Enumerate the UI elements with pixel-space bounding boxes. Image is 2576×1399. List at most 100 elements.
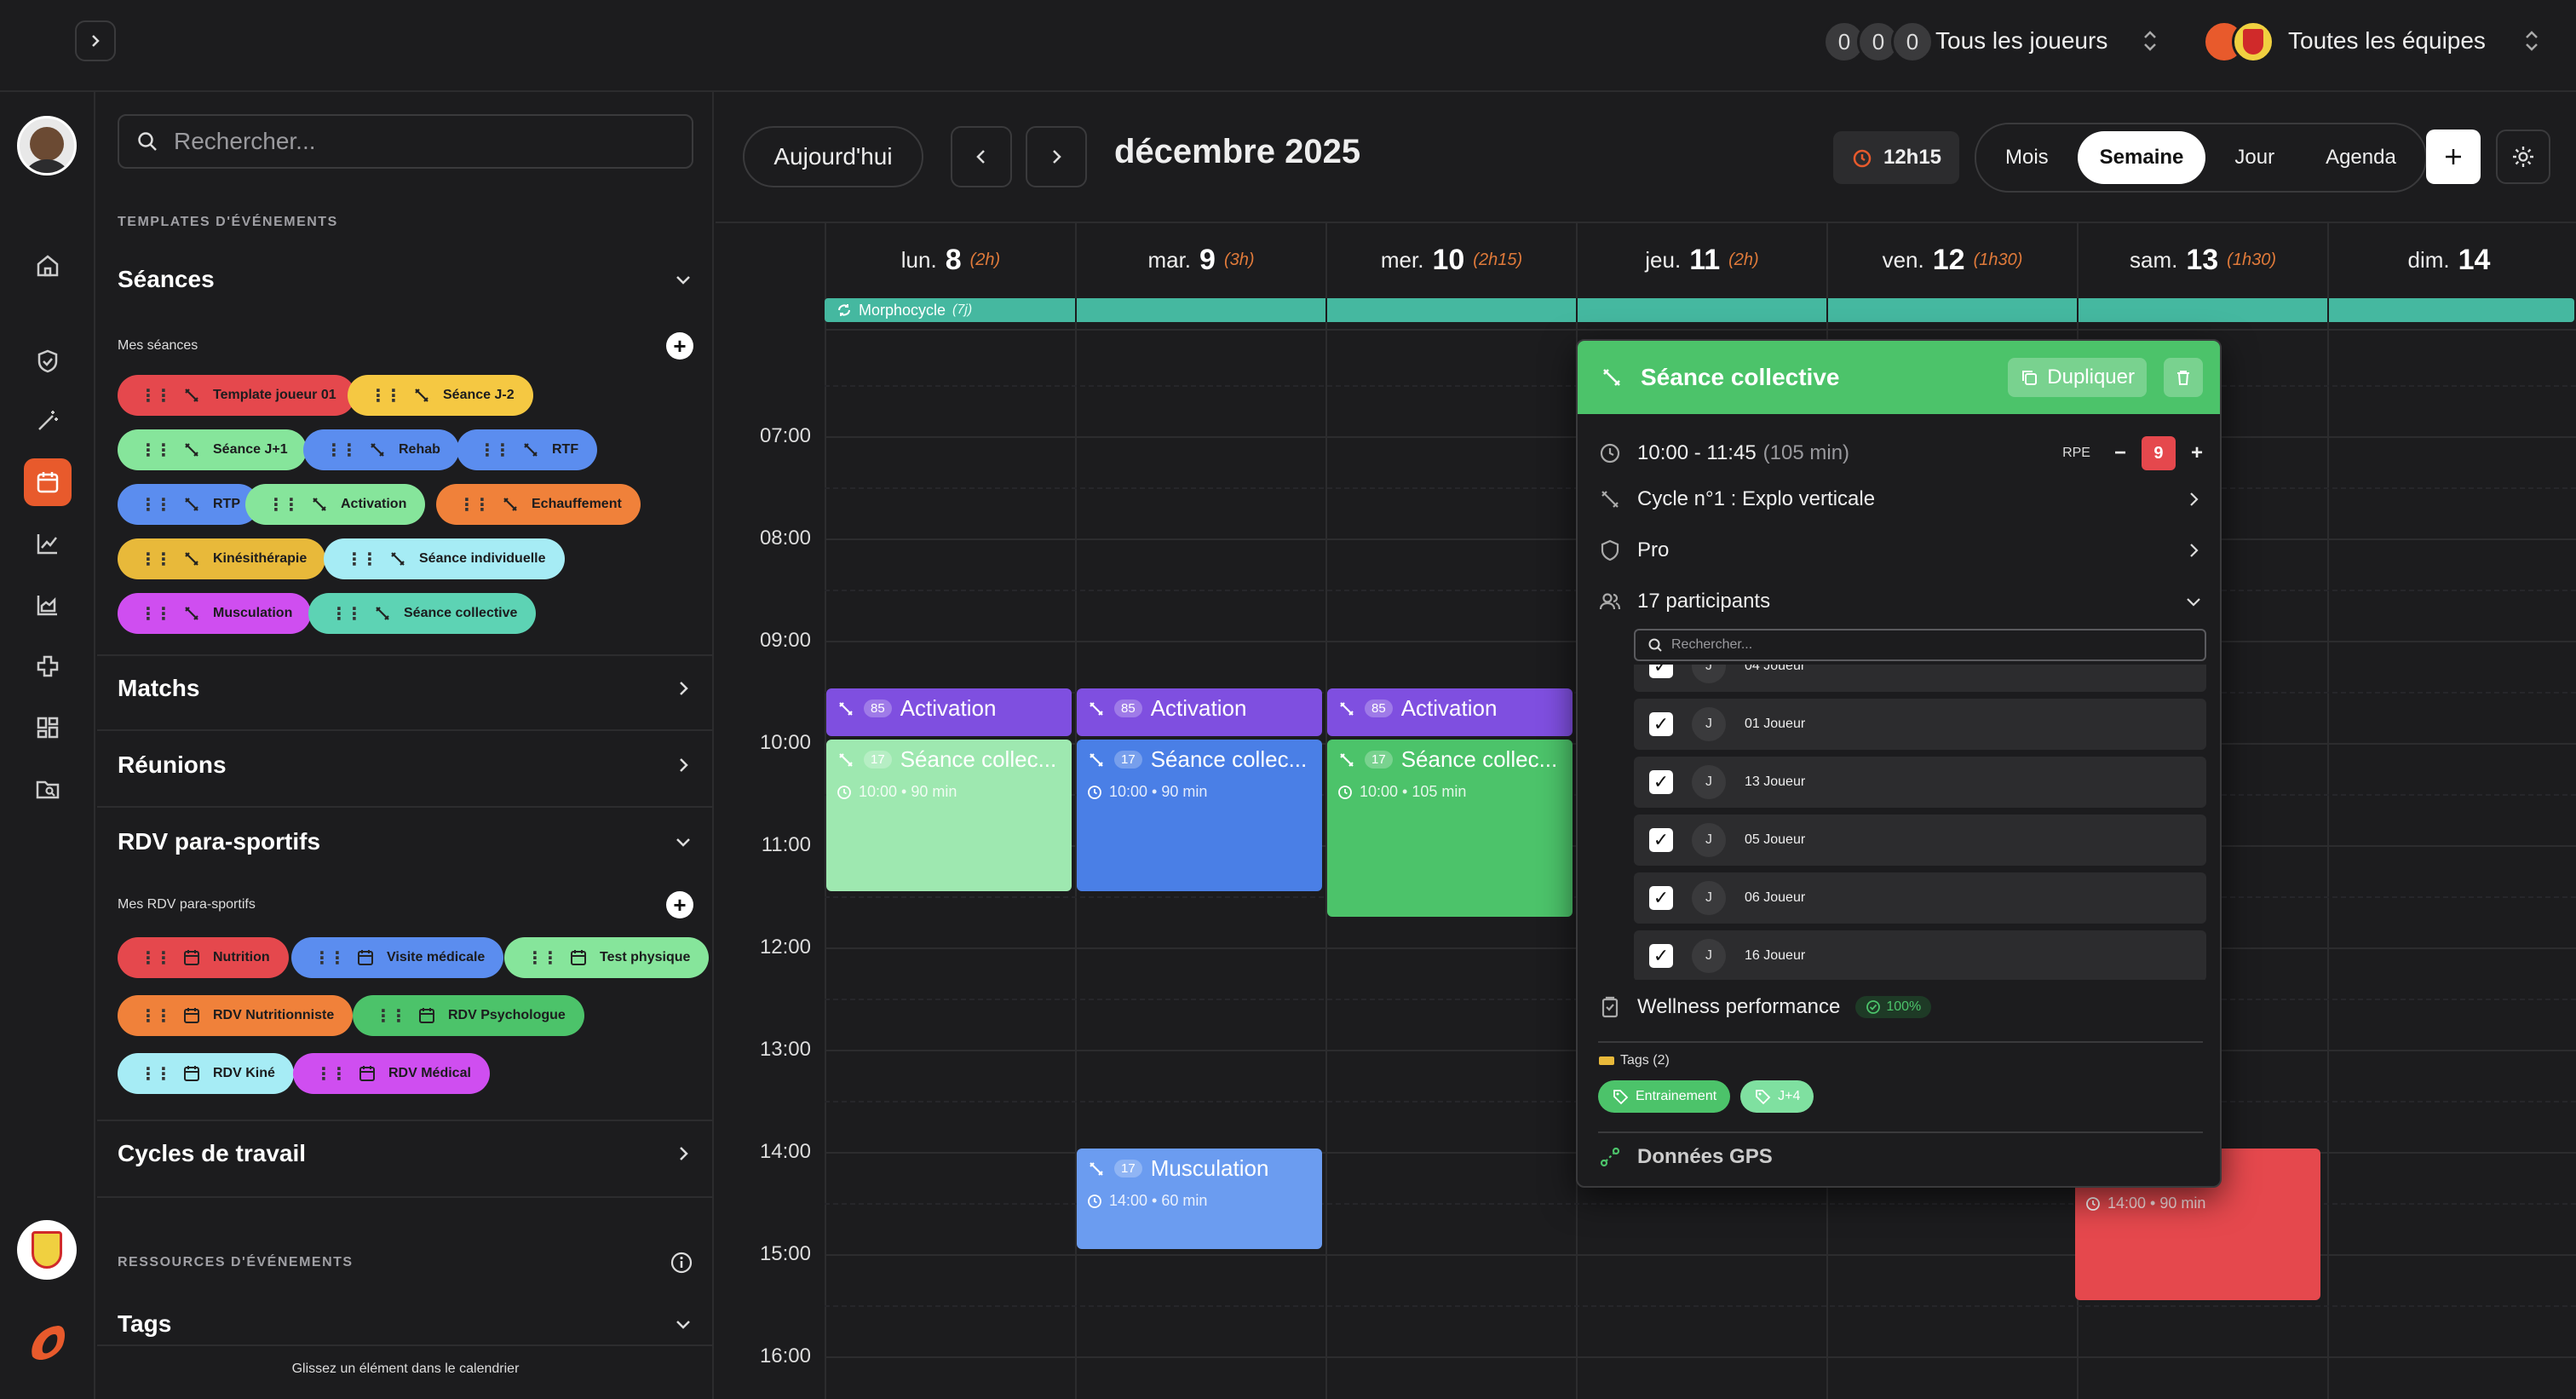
participant-row[interactable]: ✓ J 13 Joueur <box>1634 757 2206 808</box>
view-month[interactable]: Mois <box>1983 131 2071 184</box>
drag-handle-icon[interactable]: ⋮⋮ <box>140 1063 172 1085</box>
template-pill[interactable]: ⋮⋮ Template joueur 01 <box>118 375 355 416</box>
info-icon[interactable] <box>670 1251 693 1275</box>
popover-wellness-row[interactable]: Wellness performance 100% <box>1598 995 2203 1019</box>
event-seance-collective[interactable]: 17 Séance collec... 10:00 • 90 min <box>826 740 1072 891</box>
dashboard-grid-icon[interactable] <box>24 704 72 751</box>
today-button[interactable]: Aujourd'hui <box>743 126 923 187</box>
day-header[interactable]: mar. 9 (3h) <box>1075 223 1325 296</box>
participant-row[interactable]: ✓ J 05 Joueur <box>1634 815 2206 866</box>
line-chart-icon[interactable] <box>24 520 72 567</box>
event-activation[interactable]: 85 Activation <box>1327 688 1573 736</box>
drag-handle-icon[interactable]: ⋮⋮ <box>315 1063 348 1085</box>
view-agenda[interactable]: Agenda <box>2303 131 2418 184</box>
drag-handle-icon[interactable]: ⋮⋮ <box>140 549 172 570</box>
view-week[interactable]: Semaine <box>2077 131 2206 184</box>
tag-chip[interactable]: Entrainement <box>1598 1080 1731 1113</box>
day-header[interactable]: sam. 13 (1h30) <box>2077 223 2327 296</box>
participant-checkbox[interactable]: ✓ <box>1649 770 1673 794</box>
user-avatar[interactable] <box>17 116 77 176</box>
day-header[interactable]: jeu. 11 (2h) <box>1576 223 1826 296</box>
template-pill[interactable]: ⋮⋮ Kinésithérapie <box>118 538 326 579</box>
template-pill[interactable]: ⋮⋮ Echauffement <box>436 484 641 525</box>
event-musculation[interactable]: 17 Musculation 14:00 • 60 min <box>1077 1149 1322 1249</box>
template-pill[interactable]: ⋮⋮ RDV Médical <box>293 1053 490 1094</box>
duplicate-button[interactable]: Dupliquer <box>2008 358 2147 397</box>
event-seance-collective[interactable]: 17 Séance collec... 10:00 • 90 min <box>1077 740 1322 891</box>
template-pill[interactable]: ⋮⋮ Séance J+1 <box>118 429 307 470</box>
popover-cycle-row[interactable]: Cycle n°1 : Explo verticale <box>1598 487 2203 511</box>
next-week-button[interactable] <box>1026 126 1087 187</box>
drag-handle-icon[interactable]: ⋮⋮ <box>140 385 172 406</box>
seances-section-header[interactable]: Séances <box>118 266 693 293</box>
shield-check-icon[interactable] <box>24 337 72 385</box>
drag-handle-icon[interactable]: ⋮⋮ <box>346 549 378 570</box>
day-header[interactable]: mer. 10 (2h15) <box>1325 223 1576 296</box>
folder-search-icon[interactable] <box>24 765 72 813</box>
popover-participants-row[interactable]: 17 participants <box>1598 590 2203 613</box>
drag-handle-icon[interactable]: ⋮⋮ <box>370 385 402 406</box>
drag-handle-icon[interactable]: ⋮⋮ <box>325 440 358 461</box>
participant-checkbox[interactable]: ✓ <box>1649 712 1673 736</box>
participant-row[interactable]: ✓ J 04 Joueur <box>1634 665 2206 692</box>
template-pill[interactable]: ⋮⋮ Musculation <box>118 593 312 634</box>
allday-morphocycle-event[interactable]: Morphocycle (7j) <box>825 298 2574 322</box>
template-pill[interactable]: ⋮⋮ Séance collective <box>308 593 537 634</box>
popover-team-row[interactable]: Pro <box>1598 538 2203 562</box>
template-pill[interactable]: ⋮⋮ RTF <box>457 429 598 470</box>
drag-handle-icon[interactable]: ⋮⋮ <box>140 440 172 461</box>
participant-row[interactable]: ✓ J 16 Joueur <box>1634 930 2206 980</box>
template-pill[interactable]: ⋮⋮ RDV Psychologue <box>353 995 584 1036</box>
drag-handle-icon[interactable]: ⋮⋮ <box>313 947 346 969</box>
event-activation[interactable]: 85 Activation <box>826 688 1072 736</box>
tag-chip[interactable]: J+4 <box>1740 1080 1814 1113</box>
participant-row[interactable]: ✓ J 06 Joueur <box>1634 872 2206 924</box>
participants-search-input[interactable]: Rechercher... <box>1634 629 2206 661</box>
drag-handle-icon[interactable]: ⋮⋮ <box>140 1005 172 1027</box>
drag-handle-icon[interactable]: ⋮⋮ <box>479 440 511 461</box>
rpe-value[interactable]: 9 <box>2141 436 2176 470</box>
expand-sidebar-button[interactable] <box>75 20 116 61</box>
template-pill[interactable]: ⋮⋮ Rehab <box>303 429 459 470</box>
participant-checkbox[interactable]: ✓ <box>1649 828 1673 852</box>
drag-handle-icon[interactable]: ⋮⋮ <box>140 947 172 969</box>
add-rdv-button[interactable]: + <box>666 891 693 918</box>
drag-handle-icon[interactable]: ⋮⋮ <box>331 603 363 625</box>
drag-handle-icon[interactable]: ⋮⋮ <box>267 494 300 515</box>
add-seance-button[interactable]: + <box>666 332 693 360</box>
drag-handle-icon[interactable]: ⋮⋮ <box>458 494 491 515</box>
day-header[interactable]: lun. 8 (2h) <box>825 223 1075 296</box>
medical-cross-icon[interactable] <box>24 642 72 690</box>
template-pill[interactable]: ⋮⋮ Visite médicale <box>291 937 504 978</box>
template-pill[interactable]: ⋮⋮ RDV Nutritionniste <box>118 995 354 1036</box>
participant-checkbox[interactable]: ✓ <box>1649 944 1673 968</box>
settings-button[interactable] <box>2496 130 2550 184</box>
drag-handle-icon[interactable]: ⋮⋮ <box>526 947 559 969</box>
view-day[interactable]: Jour <box>2212 131 2297 184</box>
rpe-decrease-button[interactable]: − <box>2114 441 2126 465</box>
template-pill[interactable]: ⋮⋮ Séance individuelle <box>324 538 565 579</box>
participant-checkbox[interactable]: ✓ <box>1649 665 1673 678</box>
sidebar-search-input[interactable]: Rechercher... <box>118 114 693 169</box>
event-activation[interactable]: 85 Activation <box>1077 688 1322 736</box>
players-select[interactable]: Tous les joueurs <box>1935 27 2159 55</box>
template-pill[interactable]: ⋮⋮ RDV Kiné <box>118 1053 294 1094</box>
drag-handle-icon[interactable]: ⋮⋮ <box>140 494 172 515</box>
template-pill[interactable]: ⋮⋮ Test physique <box>504 937 710 978</box>
delete-button[interactable] <box>2164 358 2203 397</box>
reunions-section-header[interactable]: Réunions <box>118 751 693 779</box>
template-pill[interactable]: ⋮⋮ Activation <box>245 484 426 525</box>
template-pill[interactable]: ⋮⋮ Séance J-2 <box>348 375 533 416</box>
template-pill[interactable]: ⋮⋮ Nutrition <box>118 937 289 978</box>
add-event-button[interactable] <box>2426 130 2481 184</box>
team-crest-icon[interactable] <box>17 1220 77 1280</box>
popover-gps-row[interactable]: Données GPS <box>1598 1145 2203 1169</box>
calendar-icon[interactable] <box>24 458 72 506</box>
drag-handle-icon[interactable]: ⋮⋮ <box>375 1005 407 1027</box>
cycles-section-header[interactable]: Cycles de travail <box>118 1140 693 1167</box>
area-chart-icon[interactable] <box>24 581 72 629</box>
home-icon[interactable] <box>24 242 72 290</box>
day-header[interactable]: ven. 12 (1h30) <box>1826 223 2077 296</box>
event-seance-collective[interactable]: 17 Séance collec... 10:00 • 105 min <box>1327 740 1573 917</box>
prev-week-button[interactable] <box>951 126 1012 187</box>
